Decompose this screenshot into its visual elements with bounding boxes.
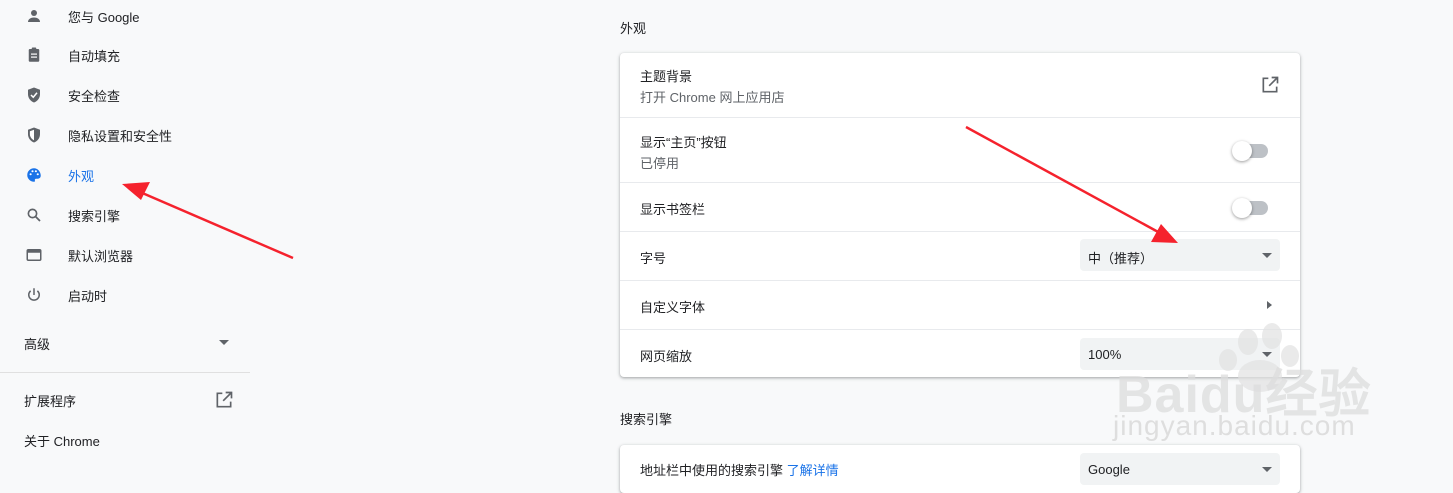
theme-title: 主题背景 <box>640 69 693 84</box>
sidebar-item-autofill[interactable]: 自动填充 <box>0 35 250 75</box>
sidebar-item-on-startup[interactable]: 启动时 <box>0 275 250 315</box>
sidebar-item-safety-check[interactable]: 安全检查 <box>0 75 250 115</box>
custom-fonts-title: 自定义字体 <box>640 300 706 315</box>
appearance-section-title: 外观 <box>620 21 647 36</box>
font-size-row: 字号 中（推荐） <box>620 231 1300 280</box>
about-label: 关于 Chrome <box>24 433 100 449</box>
sidebar-item-label: 安全检查 <box>68 88 121 104</box>
person-icon <box>24 6 44 26</box>
extensions-label: 扩展程序 <box>24 393 77 409</box>
settings-sidebar: 您与 Google 自动填充 安全检查 隐私设置和安全性 外观 搜索引擎 默认浏… <box>0 0 250 476</box>
advanced-label: 高级 <box>24 336 51 352</box>
sidebar-item-label: 搜索引擎 <box>68 208 121 224</box>
toggle-knob <box>1232 141 1252 161</box>
sidebar-item-label: 启动时 <box>68 288 108 304</box>
toggle-knob <box>1232 198 1252 218</box>
search-engine-row-title: 地址栏中使用的搜索引擎 了解详情 <box>640 460 839 479</box>
browser-window-icon <box>24 245 44 265</box>
bookmarks-bar-title: 显示书签栏 <box>640 202 706 217</box>
dropdown-arrow-icon <box>1262 253 1272 258</box>
shield-check-icon <box>24 85 44 105</box>
sidebar-item-privacy[interactable]: 隐私设置和安全性 <box>0 115 250 155</box>
sidebar-item-label: 默认浏览器 <box>68 248 134 264</box>
search-engine-section-title: 搜索引擎 <box>620 412 673 427</box>
sidebar-item-label: 隐私设置和安全性 <box>68 128 173 144</box>
home-button-title: 显示“主页”按钮 <box>640 135 727 150</box>
shield-half-icon <box>24 125 44 145</box>
subpage-arrow-icon <box>1267 301 1272 309</box>
search-icon <box>24 205 44 225</box>
theme-subtitle: 打开 Chrome 网上应用店 <box>640 90 785 105</box>
open-in-new-icon <box>214 390 234 413</box>
sidebar-advanced-toggle[interactable]: 高级 <box>0 323 250 363</box>
sidebar-divider <box>0 372 250 373</box>
font-size-value: 中（推荐） <box>1088 251 1154 266</box>
sidebar-item-search-engine[interactable]: 搜索引擎 <box>0 195 250 235</box>
sidebar-item-you-and-google[interactable]: 您与 Google <box>0 0 250 36</box>
open-in-new-icon[interactable] <box>1260 75 1280 98</box>
watermark-url: jingyan.baidu.com <box>1113 410 1356 441</box>
sidebar-item-default-browser[interactable]: 默认浏览器 <box>0 235 250 275</box>
bookmarks-bar-row: 显示书签栏 <box>620 182 1300 231</box>
sidebar-item-appearance[interactable]: 外观 <box>0 155 250 195</box>
palette-icon <box>24 165 44 185</box>
sidebar-item-label: 您与 Google <box>68 9 140 25</box>
sidebar-item-extensions[interactable]: 扩展程序 <box>0 380 250 420</box>
power-icon <box>24 285 44 305</box>
theme-row[interactable]: 主题背景 打开 Chrome 网上应用店 <box>620 53 1300 117</box>
sidebar-item-about-chrome[interactable]: 关于 Chrome <box>0 420 250 460</box>
bookmarks-bar-toggle[interactable] <box>1232 198 1268 218</box>
sidebar-item-label: 外观 <box>68 168 95 184</box>
page-zoom-title: 网页缩放 <box>640 349 693 364</box>
font-size-title: 字号 <box>640 251 667 266</box>
caret-down-icon <box>219 340 229 345</box>
sidebar-item-label: 自动填充 <box>68 48 121 64</box>
clipboard-icon <box>24 45 44 65</box>
font-size-select[interactable]: 中（推荐） <box>1080 239 1280 271</box>
home-button-toggle[interactable] <box>1232 141 1268 161</box>
home-button-row: 显示“主页”按钮 已停用 <box>620 117 1300 182</box>
home-button-status: 已停用 <box>640 156 680 171</box>
